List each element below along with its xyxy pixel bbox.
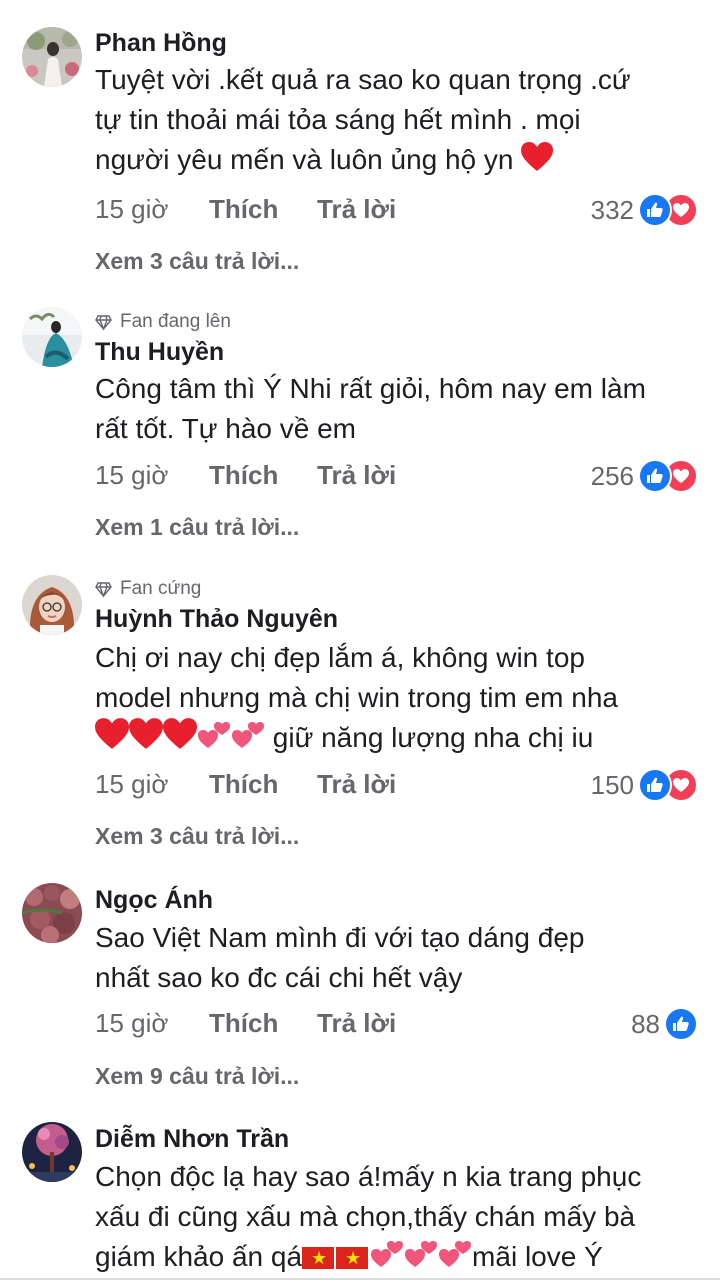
- reaction-count: 256: [590, 460, 634, 491]
- fan-badge: Fan cứng: [95, 578, 201, 600]
- comment-author[interactable]: Ngọc Ánh: [95, 886, 213, 915]
- two-hearts-icon: [232, 722, 264, 748]
- badge-label: Fan đang lên: [120, 311, 231, 332]
- comment-line: Công tâm thì Ý Nhi rất giỏi, hôm nay em …: [95, 373, 646, 404]
- avatar[interactable]: [22, 27, 82, 87]
- comment-line: xấu đi cũng xấu mà chọn,thấy chán mấy bà: [95, 1201, 636, 1232]
- comment-text: Công tâm thì Ý Nhi rất giỏi, hôm nay em …: [95, 369, 705, 449]
- comment-text: Sao Việt Nam mình đi với tạo dáng đẹp nh…: [95, 918, 705, 998]
- comment-line: nhất sao ko đc cái chi hết vậy: [95, 962, 463, 993]
- two-hearts-icon: [439, 1241, 472, 1267]
- avatar[interactable]: [22, 1122, 82, 1182]
- reaction-summary[interactable]: 150: [591, 765, 698, 805]
- like-icon: [638, 768, 672, 802]
- comment-line: tự tin thoải mái tỏa sáng hết mình . mọi: [95, 104, 581, 135]
- comment-author[interactable]: Thu Huyền: [95, 338, 224, 367]
- like-button[interactable]: Thích: [209, 769, 278, 800]
- red-heart-icon: [95, 718, 129, 749]
- comment-line: model nhưng mà chị win trong tim em nha: [95, 682, 618, 713]
- reaction-count: 150: [590, 769, 634, 800]
- view-replies-link[interactable]: Xem 3 câu trả lời...: [95, 823, 299, 850]
- two-hearts-icon: [198, 722, 230, 748]
- comment-line: người yêu mến và luôn ủng hộ yn: [95, 140, 705, 180]
- reaction-summary[interactable]: 256: [591, 456, 698, 496]
- like-icon: [638, 459, 672, 493]
- comment-time[interactable]: 15 giờ: [95, 1008, 168, 1039]
- comment-actions: 15 giờ Thích Trả lời 256: [95, 456, 698, 496]
- red-heart-icon: [521, 142, 554, 171]
- like-button[interactable]: Thích: [209, 460, 278, 491]
- avatar[interactable]: [22, 575, 82, 635]
- fan-badge: Fan đang lên: [95, 311, 231, 333]
- diamond-icon: [95, 314, 112, 331]
- like-button[interactable]: Thích: [209, 1008, 278, 1039]
- comment-actions: 15 giờ Thích Trả lời 88: [95, 1004, 698, 1044]
- like-button[interactable]: Thích: [209, 194, 278, 225]
- red-heart-icon: [163, 718, 197, 749]
- reply-button[interactable]: Trả lời: [317, 1008, 396, 1039]
- comment-text: Tuyệt vời .kết quả ra sao ko quan trọng …: [95, 60, 705, 180]
- comment-line: Tuyệt vời .kết quả ra sao ko quan trọng …: [95, 64, 631, 95]
- comment-actions: 15 giờ Thích Trả lời 332: [95, 190, 698, 230]
- comment-author[interactable]: Phan Hồng: [95, 29, 227, 58]
- comment-time[interactable]: 15 giờ: [95, 194, 168, 225]
- comment-actions: 15 giờ Thích Trả lời 150: [95, 765, 698, 805]
- comment-line: Sao Việt Nam mình đi với tạo dáng đẹp: [95, 922, 585, 953]
- comment-time[interactable]: 15 giờ: [95, 769, 168, 800]
- like-icon: [664, 1007, 698, 1041]
- red-heart-icon: [129, 718, 163, 749]
- comment-line: rất tốt. Tự hào về em: [95, 413, 357, 444]
- comment-time[interactable]: 15 giờ: [95, 460, 168, 491]
- comment-author[interactable]: Diễm Nhơn Trần: [95, 1125, 289, 1154]
- avatar[interactable]: [22, 883, 82, 943]
- view-replies-link[interactable]: Xem 1 câu trả lời...: [95, 514, 299, 541]
- reply-button[interactable]: Trả lời: [317, 194, 396, 225]
- comment-line: giữ năng lượng nha chị iu: [95, 718, 705, 758]
- two-hearts-icon: [405, 1241, 438, 1267]
- view-replies-link[interactable]: Xem 9 câu trả lời...: [95, 1063, 299, 1090]
- reply-button[interactable]: Trả lời: [317, 769, 396, 800]
- comment-author[interactable]: Huỳnh Thảo Nguyên: [95, 605, 338, 634]
- two-hearts-icon: [371, 1241, 404, 1267]
- reaction-summary[interactable]: 332: [591, 190, 698, 230]
- comment-line: giám khảo ấn qá ★ ★ mãi love Ý: [95, 1237, 705, 1277]
- diamond-icon: [95, 581, 112, 598]
- avatar[interactable]: [22, 307, 82, 367]
- comment-text: Chọn độc lạ hay sao á!mấy n kia trang ph…: [95, 1157, 705, 1277]
- comment-line: Chọn độc lạ hay sao á!mấy n kia trang ph…: [95, 1161, 642, 1192]
- comment-line: Chị ơi nay chị đẹp lắm á, không win top: [95, 642, 585, 673]
- reaction-summary[interactable]: 88: [631, 1004, 698, 1044]
- vietnam-flag-icon: ★: [336, 1247, 369, 1269]
- vietnam-flag-icon: ★: [302, 1247, 335, 1269]
- reply-button[interactable]: Trả lời: [317, 460, 396, 491]
- reaction-count: 88: [631, 1008, 660, 1039]
- badge-label: Fan cứng: [120, 578, 202, 599]
- reaction-count: 332: [590, 194, 634, 225]
- view-replies-link[interactable]: Xem 3 câu trả lời...: [95, 248, 299, 275]
- like-icon: [638, 193, 672, 227]
- comment-text: Chị ơi nay chị đẹp lắm á, không win top …: [95, 638, 705, 758]
